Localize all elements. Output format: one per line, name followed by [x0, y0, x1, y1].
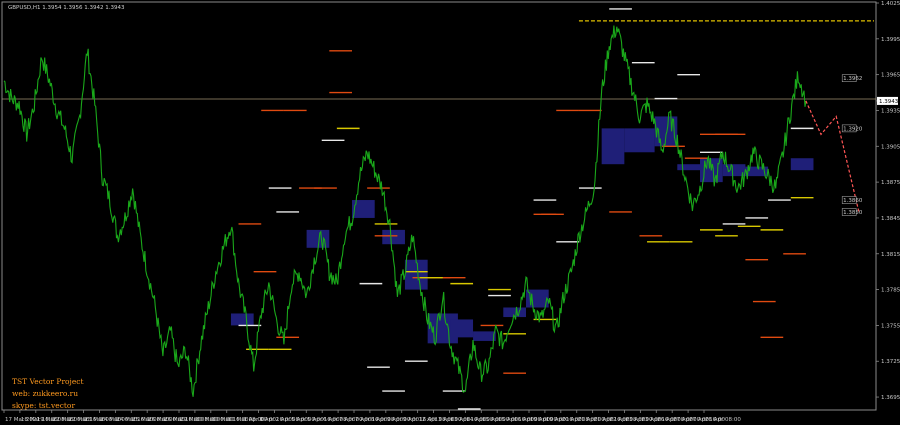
- zone-rect: [404, 259, 428, 290]
- y-tick-label: 1.3905: [881, 144, 900, 150]
- price-chart[interactable]: 1.3962 1.3920 1.3860 1.3850 1.4025 1.3995 1.3…: [0, 0, 900, 425]
- y-tick-label: 1.3995: [881, 37, 900, 43]
- watermark-line2: web: zukkeero.ru: [12, 389, 78, 398]
- zone-rect: [382, 229, 405, 245]
- y-tick-label: 1.3875: [881, 180, 900, 186]
- y-tick-label: 1.3695: [881, 395, 900, 401]
- y-tick-label: 1.3785: [881, 288, 900, 294]
- x-tick-label: 28 Apr 08:00: [705, 417, 741, 423]
- zone-rect: [230, 313, 254, 326]
- window-title: GBPUSD,H1 1.3954 1.3956 1.3942 1.3943: [8, 5, 125, 11]
- y-tick-label: 1.3755: [881, 323, 900, 329]
- zone-rect: [473, 331, 496, 341]
- projection-label: 1.3860: [843, 198, 863, 204]
- y-tick-label: 1.3725: [881, 359, 900, 365]
- zone-rect: [352, 200, 375, 218]
- zone-rect: [624, 128, 655, 153]
- watermark-line3: skype: tst.vector: [12, 401, 75, 410]
- chart-background: [0, 0, 900, 425]
- y-tick-label: 1.3965: [881, 73, 900, 79]
- current-price-label: 1.3943: [879, 99, 899, 105]
- y-tick-label: 1.3935: [881, 108, 900, 114]
- y-tick-label: 1.4025: [881, 1, 900, 7]
- projection-label: 1.3920: [843, 126, 863, 132]
- zone-rect: [790, 158, 814, 171]
- y-tick-label: 1.3815: [881, 252, 900, 258]
- projection-label: 1.3850: [843, 210, 863, 216]
- y-tick-label: 1.3845: [881, 216, 900, 222]
- zone-rect: [450, 319, 474, 338]
- projection-label: 1.3962: [843, 76, 862, 82]
- watermark-line1: TST Vector Project: [12, 377, 84, 386]
- zone-rect: [601, 128, 625, 165]
- zone-rect: [677, 164, 700, 171]
